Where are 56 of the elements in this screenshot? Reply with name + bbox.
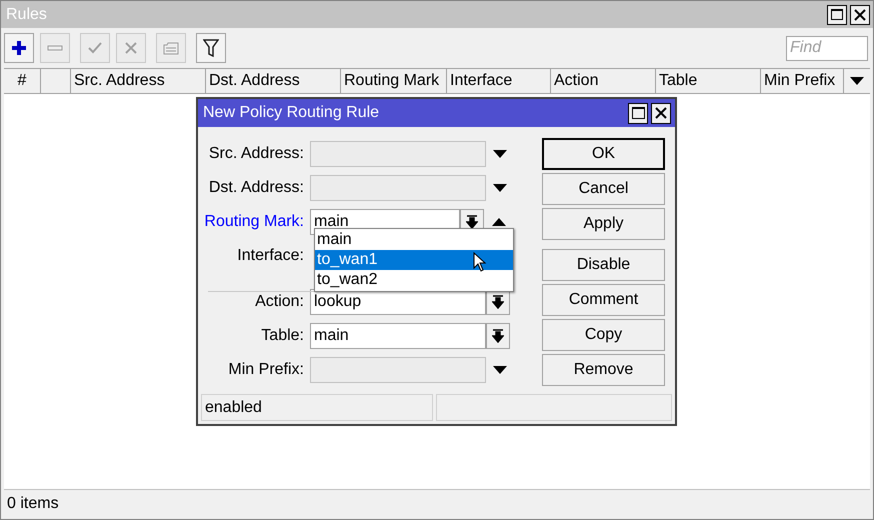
column-header[interactable]: Action	[551, 69, 656, 93]
toolbar-button[interactable]	[4, 33, 34, 63]
field-label: Routing Mark:	[203, 212, 305, 232]
dropdown-arrow-icon[interactable]	[493, 366, 507, 374]
column-header[interactable]: Src. Address	[71, 69, 206, 93]
dropdown-option[interactable]: to_wan1	[315, 250, 513, 270]
cursor-icon	[473, 252, 487, 272]
dropdown-arrow-icon[interactable]	[493, 150, 507, 158]
note-icon	[163, 41, 179, 55]
combo-field[interactable]: main	[310, 323, 486, 349]
field-label: Dst. Address:	[208, 178, 305, 198]
field-label: Interface:	[236, 246, 305, 266]
dialog-button[interactable]: OK	[542, 138, 665, 170]
dialog-button[interactable]: Disable	[542, 249, 665, 281]
text-field[interactable]	[310, 357, 486, 383]
close-icon	[854, 8, 866, 20]
window-title: Rules	[6, 4, 47, 24]
dropdown-icon	[466, 215, 478, 229]
dialog-button[interactable]: Comment	[542, 284, 665, 316]
dialog-button[interactable]: Apply	[542, 208, 665, 240]
close-button[interactable]	[850, 4, 870, 24]
field-label: Min Prefix:	[227, 360, 305, 380]
dialog-title: New Policy Routing Rule	[203, 103, 380, 123]
column-header[interactable]: Routing Mark	[341, 69, 447, 93]
column-header[interactable]: Dst. Address	[206, 69, 341, 93]
text-field[interactable]	[310, 141, 486, 167]
toolbar-button[interactable]	[196, 33, 226, 63]
field-label: Table:	[260, 326, 305, 346]
field-label: Action:	[254, 292, 305, 312]
check-icon	[87, 40, 103, 56]
dropdown-button[interactable]	[486, 323, 510, 349]
close-button[interactable]	[651, 102, 671, 124]
column-header[interactable]: Table	[656, 69, 761, 93]
plus-icon	[11, 40, 27, 56]
maximize-button[interactable]	[827, 4, 847, 24]
cross-icon	[123, 40, 139, 56]
column-header[interactable]: #	[4, 69, 41, 93]
dropdown-option[interactable]: to_wan2	[315, 270, 513, 290]
dialog-button[interactable]: Cancel	[542, 173, 665, 205]
dropdown-arrow-icon[interactable]	[850, 77, 864, 85]
close-icon	[655, 107, 667, 119]
dialog-button[interactable]: Remove	[542, 354, 665, 386]
collapse-arrow-icon[interactable]	[492, 218, 506, 226]
text-field[interactable]	[310, 175, 486, 201]
field-label: Src. Address:	[208, 144, 305, 164]
dialog-button[interactable]: Copy	[542, 319, 665, 351]
dropdown-arrow-icon[interactable]	[493, 184, 507, 192]
column-header[interactable]: Interface	[447, 69, 551, 93]
dropdown-icon	[492, 329, 504, 343]
maximize-button[interactable]	[628, 102, 648, 124]
dropdown-icon	[492, 295, 504, 309]
filter-icon	[203, 39, 219, 57]
rule-status: enabled	[205, 398, 262, 418]
find-field[interactable]: Find	[786, 36, 868, 60]
column-header[interactable]: Min Prefix	[761, 69, 844, 93]
item-count: 0 items	[7, 494, 59, 514]
